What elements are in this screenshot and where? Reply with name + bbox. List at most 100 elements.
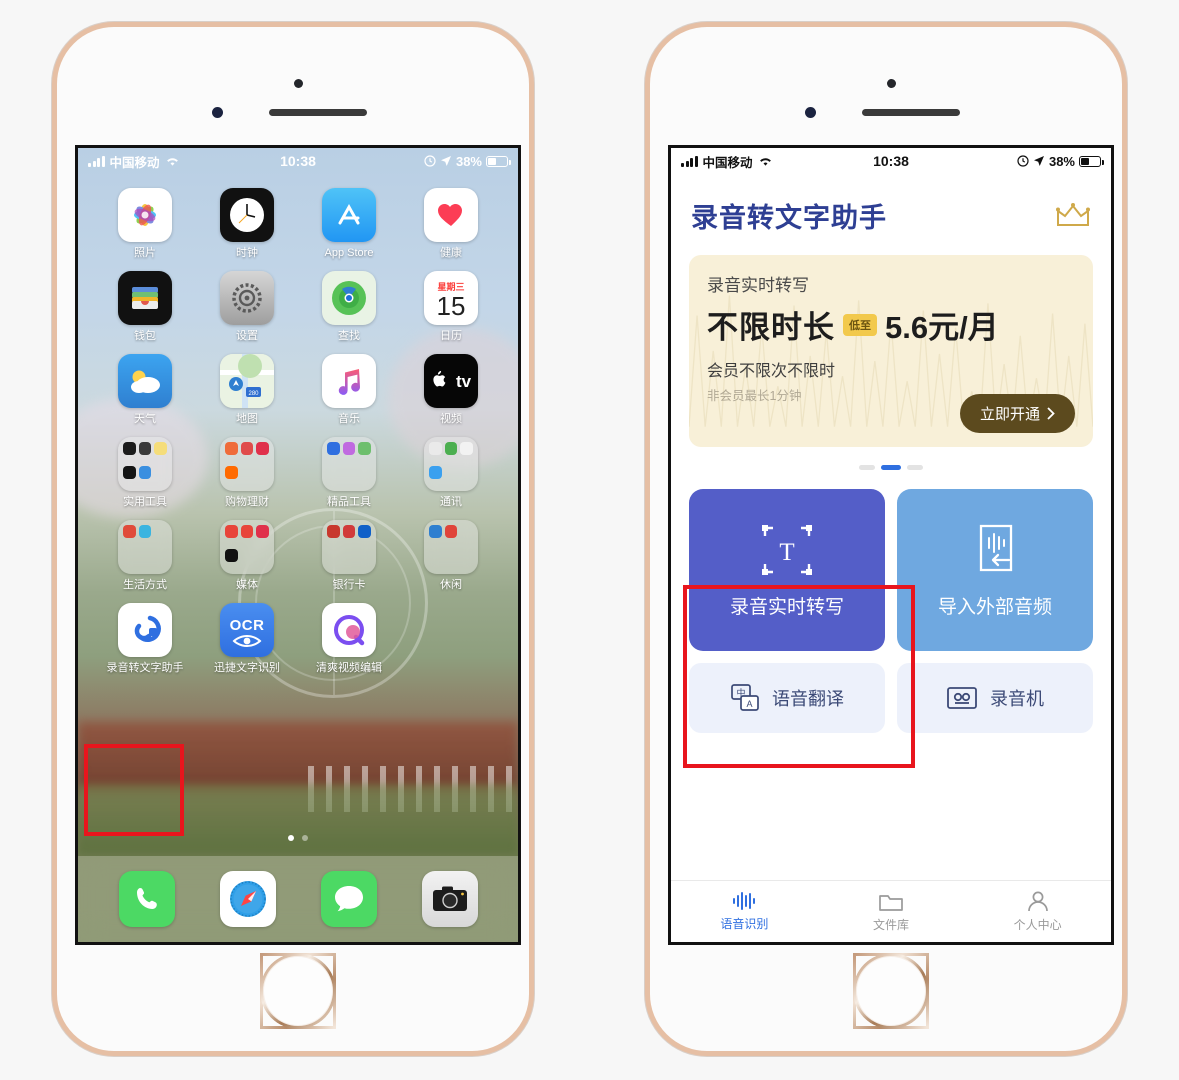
app-label: 银行卡 — [332, 579, 366, 592]
tab-speech-recognition[interactable]: 语音识别 — [671, 881, 818, 942]
tile-import-audio[interactable]: 导入外部音频 — [897, 489, 1093, 651]
tile-label: 录音实时转写 — [729, 596, 844, 618]
app-icon-ocr[interactable]: OCR 迅捷文字识别 — [196, 603, 298, 674]
promo-banner[interactable]: 录音实时转写 不限时长 低至 5.6元/月 会员不限次不限时 非会员最长1分钟 … — [689, 255, 1093, 447]
app-icon-video-editor[interactable]: 清爽视频编辑 — [298, 603, 400, 674]
svg-text:A: A — [746, 699, 752, 709]
screenshot-stage: 中国移动 10:38 38% 照片 时钟 App Store 健康 钱包 设置 … — [0, 0, 1179, 1080]
folder-utilities[interactable]: 实用工具 — [94, 437, 196, 508]
folder-communication[interactable]: 通讯 — [400, 437, 502, 508]
tile-voice-translate[interactable]: 中 A 语音翻译 — [689, 663, 885, 733]
banner-headline: 不限时长 — [707, 310, 835, 345]
folder-icon — [123, 525, 167, 569]
signal-bars-icon — [88, 155, 105, 167]
banner-benefit-line: 会员不限次不限时 — [707, 363, 836, 380]
app-label: 精品工具 — [327, 496, 371, 509]
bottom-tab-bar: 语音识别 文件库 个人中心 — [671, 880, 1111, 942]
folder-icon — [225, 525, 269, 569]
app-icon-wallet[interactable]: 钱包 — [94, 271, 196, 342]
alarm-icon — [424, 155, 436, 167]
app-icon-app-store[interactable]: App Store — [298, 188, 400, 259]
app-grid: 照片 时钟 App Store 健康 钱包 设置 查找 星期三 15 日历 天气… — [78, 174, 518, 687]
app-label: 生活方式 — [123, 579, 167, 592]
app-label: 清爽视频编辑 — [316, 662, 382, 675]
dock-icon-messages[interactable] — [320, 871, 377, 927]
crown-icon[interactable] — [1055, 202, 1091, 229]
app-row: 录音转文字助手 OCR 迅捷文字识别 清爽视频编辑 — [94, 603, 502, 686]
waveform-icon — [733, 892, 756, 910]
app-label: 照片 — [134, 247, 156, 259]
home-button[interactable] — [853, 953, 929, 1029]
folder-icon — [879, 894, 903, 911]
app-icon-photos[interactable]: 照片 — [94, 188, 196, 259]
battery-icon — [1079, 155, 1104, 167]
app-icon-weather[interactable]: 天气 — [94, 354, 196, 425]
app-icon-voice-to-text[interactable]: 录音转文字助手 — [94, 603, 196, 674]
app-header: 录音转文字助手 — [671, 174, 1111, 243]
battery-percent-label: 38% — [455, 153, 482, 169]
banner-carousel-indicator[interactable] — [671, 457, 1111, 475]
app-label: 时钟 — [236, 247, 258, 259]
app-row: 实用工具 购物理财 精品工具 通讯 — [94, 437, 502, 520]
app-label: 日历 — [440, 330, 462, 343]
subscribe-button[interactable]: 立即开通 — [959, 394, 1075, 433]
cassette-recorder-icon — [947, 687, 977, 709]
app-icon-maps[interactable]: 280 地图 — [196, 354, 298, 425]
earpiece-speaker — [269, 109, 367, 116]
tab-file-library[interactable]: 文件库 — [818, 881, 965, 942]
proximity-sensor — [887, 79, 896, 88]
app-label: 天气 — [134, 413, 156, 426]
app-label: 查找 — [338, 330, 360, 343]
app-icon-find-my[interactable]: 查找 — [298, 271, 400, 342]
tile-recorder[interactable]: 录音机 — [897, 663, 1093, 733]
home-button[interactable] — [260, 953, 336, 1029]
dock-icon-safari[interactable] — [219, 871, 276, 927]
alarm-icon — [1017, 155, 1029, 167]
folder-media[interactable]: 媒体 — [196, 520, 298, 591]
app-icon-settings[interactable]: 设置 — [196, 271, 298, 342]
app-row: 钱包 设置 查找 星期三 15 日历 — [94, 271, 502, 354]
app-icon-clock[interactable]: 时钟 — [196, 188, 298, 259]
home-screen: 中国移动 10:38 38% 照片 时钟 App Store 健康 钱包 设置 … — [75, 145, 521, 945]
page-title: 录音转文字助手 — [691, 203, 887, 233]
tab-label: 个人中心 — [1013, 917, 1062, 932]
folder-icon — [327, 442, 371, 486]
chevron-right-icon — [1047, 407, 1055, 420]
folder-icon — [429, 525, 473, 569]
app-icon-health[interactable]: 健康 — [400, 188, 502, 259]
secondary-tile-row: 中 A 语音翻译 录音机 — [689, 663, 1093, 733]
calendar-day: 15 — [436, 291, 466, 322]
location-arrow-icon — [440, 156, 451, 166]
home-page-indicator[interactable] — [78, 828, 518, 846]
folder-lifestyle[interactable]: 生活方式 — [94, 520, 196, 591]
proximity-sensor — [294, 79, 303, 88]
tile-realtime-transcribe[interactable]: T 录音实时转写 — [689, 489, 885, 651]
app-label: 通讯 — [440, 496, 462, 509]
app-slot-empty — [400, 603, 502, 674]
app-row: 生活方式 媒体 银行卡 休闲 — [94, 520, 502, 603]
tile-label: 语音翻译 — [772, 689, 844, 709]
app-icon-music[interactable]: 音乐 — [298, 354, 400, 425]
app-icon-apple-tv[interactable]: tv 视频 — [400, 354, 502, 425]
folder-premium-tools[interactable]: 精品工具 — [298, 437, 400, 508]
folder-icon — [123, 442, 167, 486]
import-audio-icon — [979, 524, 1013, 571]
tab-label: 语音识别 — [720, 917, 769, 931]
tab-profile[interactable]: 个人中心 — [964, 881, 1111, 942]
folder-shopping-finance[interactable]: 购物理财 — [196, 437, 298, 508]
svg-text:T: T — [779, 539, 794, 566]
app-label: 设置 — [236, 330, 258, 343]
dock-icon-camera[interactable] — [421, 871, 478, 927]
wifi-icon — [166, 157, 178, 166]
folder-leisure[interactable]: 休闲 — [400, 520, 502, 591]
location-arrow-icon — [1033, 156, 1044, 166]
app-icon-calendar[interactable]: 星期三 15 日历 — [400, 271, 502, 342]
app-row: 天气 280 地图 音乐 tv 视频 — [94, 354, 502, 437]
folder-bank-cards[interactable]: 银行卡 — [298, 520, 400, 591]
wifi-icon — [759, 157, 771, 166]
dock-icon-phone[interactable] — [118, 871, 175, 927]
front-camera — [805, 107, 816, 118]
battery-percent-label: 38% — [1048, 153, 1075, 169]
app-label: 购物理财 — [225, 496, 269, 509]
app-label: 音乐 — [338, 413, 360, 426]
